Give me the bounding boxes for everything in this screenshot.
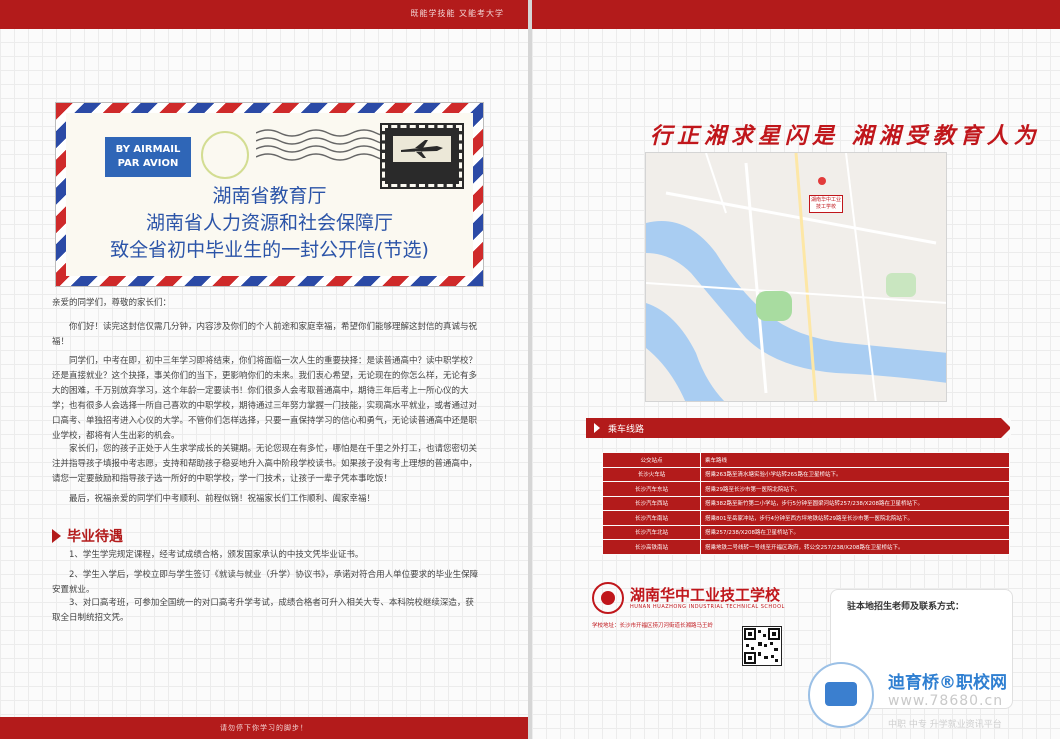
chevron-right-icon [52, 529, 61, 543]
postmark-icon [201, 131, 249, 179]
route-cell: 搭乘263路至清水塘实验小学站转265路在卫星桥站下。 [700, 466, 1010, 482]
letter-paragraph-3: 家长们，您的孩子正处于人生求学成长的关键期。无论您现在有多忙，哪怕是在千里之外打… [52, 444, 478, 484]
table-row: 长沙汽车西站 搭乘382路至新竹第二小学站，步行5分钟至圆梁河站转257/238… [602, 495, 1010, 511]
school-name-en: HUNAN HUAZHONG INDUSTRIAL TECHNICAL SCHO… [630, 604, 785, 610]
table-row: 长沙汽车东站 搭乘29路至长沙市第一医院北院站下。 [602, 481, 1010, 497]
school-emblem-icon [592, 582, 624, 614]
watermark-subtitle: 中职 中专 升学就业资讯平台 [888, 720, 1002, 730]
benefit-item-3: 3、对口高考班，可参加全国统一的对口高考升学考试，成绩合格者可升入相关大专、本科… [52, 598, 474, 623]
route-section-title: 乘车线路 [608, 425, 645, 435]
bus-route-table: 公交站点 乘车路线 长沙火车站 搭乘263路至清水塘实验小学站转265路在卫星桥… [602, 452, 1010, 555]
airmail-envelope: BY AIRMAIL PAR AVION 湖南省教育厅 湖南省人力资源和社会保障 [55, 102, 484, 287]
route-cell: 搭乘382路至新竹第二小学站，步行5分钟至圆梁河站转257/238/X208路在… [700, 495, 1010, 511]
top-red-bar-right [532, 0, 1060, 29]
route-cell: 搭乘801至岳家冲站，步行4分钟至西方坪地铁站转29路至长沙市第一医院北院站下。 [700, 510, 1010, 526]
table-row: 长沙汽车北站 搭乘257/238/X208路在卫星桥站下。 [602, 524, 1010, 540]
station-cell: 长沙高铁南站 [602, 539, 701, 555]
envelope-title-line1: 湖南省教育厅 [212, 185, 327, 207]
benefit-item-1: 1、学生学完规定课程，经考试成绩合格，颁发国家承认的中技文凭毕业证书。 [69, 550, 364, 560]
route-cell: 搭乘257/238/X208路在卫星桥站下。 [700, 524, 1010, 540]
footer-slogan: 请勿停下你学习的脚步！ [220, 724, 308, 732]
benefits-title: 毕业待遇 [67, 529, 123, 545]
contact-title: 驻本地招生老师及联系方式： [847, 602, 965, 612]
table-row: 长沙火车站 搭乘263路至清水塘实验小学站转265路在卫星桥站下。 [602, 466, 1010, 482]
letter-paragraph-4: 最后，祝福亲爱的同学们中考顺利、前程似锦！祝福家长们工作顺利、阖家幸福！ [69, 494, 376, 504]
calligraphy-slogan: 行正湘求星闪是 湘湘受教育人为 [650, 123, 1041, 149]
benefits-heading: 毕业待遇 [52, 526, 123, 546]
table-row: 长沙高铁南站 搭乘地铁二号线转一号线至开福区政府，转公交257/238/X208… [602, 539, 1010, 555]
watermark-logo-icon [808, 662, 874, 728]
station-cell: 长沙汽车西站 [602, 495, 701, 511]
table-row: 长沙汽车南站 搭乘801至岳家冲站，步行4分钟至西方坪地铁站转29路至长沙市第一… [602, 510, 1010, 526]
airplane-icon [401, 140, 443, 158]
airmail-line2: PAR AVION [117, 158, 179, 169]
station-cell: 长沙火车站 [602, 466, 701, 482]
route-cell: 搭乘29路至长沙市第一医院北院站下。 [700, 481, 1010, 497]
location-map[interactable]: 湖南华中工业技工学校 [645, 152, 947, 402]
letter-paragraph-1: 你们好！读完这封信仅需几分钟，内容涉及你们的个人前途和家庭幸福，希望你们能够理解… [52, 322, 478, 347]
top-red-bar: 既能学技能 又能考大学 [0, 0, 528, 29]
watermark-title: 迪育桥®职校网 [888, 673, 1007, 693]
site-watermark[interactable]: 迪育桥®职校网 www.78680.cn 中职 中专 升学就业资讯平台 [808, 660, 1060, 739]
station-cell: 长沙汽车东站 [602, 481, 701, 497]
envelope-title-line2: 湖南省人力资源和社会保障厅 [145, 212, 393, 234]
airmail-label: BY AIRMAIL PAR AVION [105, 137, 191, 177]
table-header-row: 公交站点 乘车路线 [602, 452, 1010, 468]
envelope-title-line3: 致全省初中毕业生的一封公开信(节选) [110, 239, 429, 261]
school-address: 学校地址：长沙市开福区捞刀河街道长湘路马王岭 [592, 623, 714, 629]
map-school-label: 湖南华中工业技工学校 [809, 195, 843, 213]
route-section-bar: 乘车线路 [586, 418, 1011, 438]
route-cell: 搭乘地铁二号线转一号线至开福区政府，转公交257/238/X208路在卫星桥站下… [700, 539, 1010, 555]
airmail-line1: BY AIRMAIL [115, 144, 181, 155]
table-header-cell: 乘车路线 [700, 452, 1010, 468]
station-cell: 长沙汽车北站 [602, 524, 701, 540]
watermark-url[interactable]: www.78680.cn [888, 693, 1003, 709]
benefit-item-2: 2、学生入学后，学校立即与学生签订《就读与就业（升学）协议书》，承诺对符合用人单… [52, 570, 479, 595]
station-cell: 长沙汽车南站 [602, 510, 701, 526]
map-graphic [646, 153, 946, 401]
right-page: 行正湘求星闪是 湘湘受教育人为 湖南华中工业技工学校 乘车线路 公交站点 乘车路… [532, 0, 1060, 739]
school-name-cn: 湖南华中工业技工学校 [630, 586, 781, 604]
chevron-right-icon [594, 423, 600, 433]
envelope-body: BY AIRMAIL PAR AVION 湖南省教育厅 湖南省人力资源和社会保障 [66, 113, 473, 276]
school-logo-block: 湖南华中工业技工学校 HUNAN HUAZHONG INDUSTRIAL TEC… [592, 582, 792, 622]
table-header-cell: 公交站点 [602, 452, 701, 468]
letter-paragraph-2: 同学们，中考在即，初中三年学习即将结束，你们将面临一次人生的重要抉择：是读普通高… [52, 356, 478, 441]
bottom-red-bar: 请勿停下你学习的脚步！ [0, 717, 528, 739]
left-page: 既能学技能 又能考大学 BY AIRMAIL PAR AVION 湖南省教育厅 … [0, 0, 528, 739]
letter-greeting: 亲爱的同学们，尊敬的家长们： [52, 298, 172, 308]
postage-stamp-icon [380, 123, 464, 189]
qr-code-icon[interactable] [742, 626, 782, 666]
header-slogan: 既能学技能 又能考大学 [410, 9, 504, 18]
